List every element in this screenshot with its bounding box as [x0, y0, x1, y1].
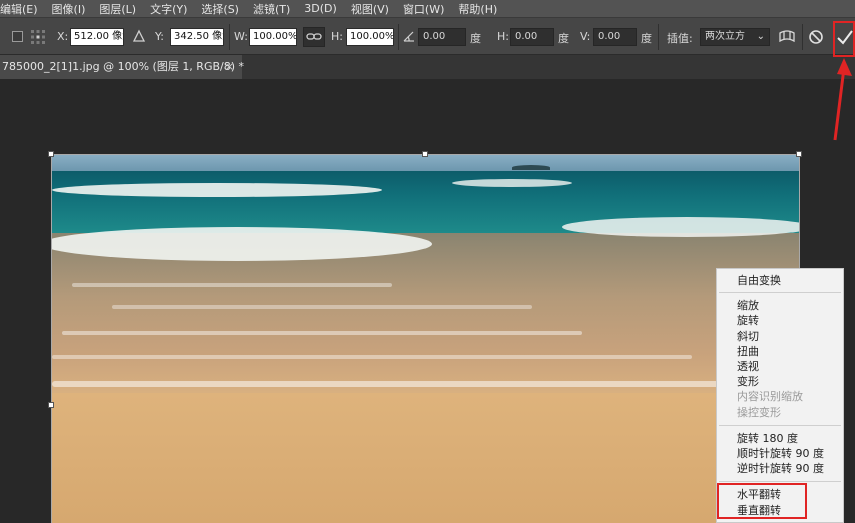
- menu-item-distort[interactable]: 扭曲: [737, 344, 759, 359]
- document-tab-title: 785000_2[1]1.jpg @ 100% (图层 1, RGB/8) *: [2, 60, 245, 73]
- photo-foam: [52, 381, 799, 387]
- menu-3d[interactable]: 3D(D): [304, 2, 343, 15]
- width-input[interactable]: 100.00%: [249, 28, 297, 46]
- x-input[interactable]: 512.00 像素: [70, 28, 124, 46]
- cancel-transform-icon[interactable]: [808, 29, 824, 45]
- photo-wave: [562, 217, 799, 237]
- menu-item-puppet-warp: 操控变形: [737, 406, 781, 419]
- annotation-arrow-icon: [833, 58, 852, 141]
- menu-item-rotate[interactable]: 旋转: [737, 313, 759, 328]
- menu-item-skew[interactable]: 斜切: [737, 329, 759, 344]
- photo-foam: [72, 283, 392, 287]
- transform-handle[interactable]: [48, 151, 54, 157]
- menu-separator: [719, 481, 841, 482]
- menu-filter[interactable]: 滤镜(T): [253, 1, 296, 17]
- menu-window[interactable]: 窗口(W): [403, 1, 450, 17]
- close-icon[interactable]: ×: [225, 55, 234, 79]
- height-input[interactable]: 100.00%: [346, 28, 394, 46]
- horizontal-skew-unit: 度: [558, 32, 569, 45]
- transform-options-bar: X: 512.00 像素 Y: 342.50 像素 W: 100.00% H: …: [0, 17, 855, 55]
- menu-item-scale[interactable]: 缩放: [737, 298, 759, 313]
- photo-wave: [452, 179, 572, 187]
- divider: [398, 24, 399, 50]
- menu-bar: 编辑(E) 图像(I) 图层(L) 文字(Y) 选择(S) 滤镜(T) 3D(D…: [0, 0, 855, 17]
- rotate-angle-icon: [402, 29, 416, 43]
- photo-foam: [62, 331, 582, 335]
- photo-dry-sand: [52, 393, 799, 523]
- interpolation-select[interactable]: 两次立方 ⌄: [700, 28, 770, 46]
- photo-foam: [52, 355, 692, 359]
- rotate-angle-unit: 度: [470, 32, 481, 45]
- maintain-aspect-link-icon[interactable]: [303, 27, 325, 47]
- relative-position-delta-icon[interactable]: [132, 29, 146, 43]
- photo-island: [512, 165, 550, 170]
- reference-point-checkbox[interactable]: [12, 31, 23, 42]
- interpolation-value: 两次立方: [705, 31, 745, 42]
- menu-help[interactable]: 帮助(H): [458, 1, 503, 17]
- interpolation-label: 插值:: [667, 32, 693, 45]
- y-label: Y:: [155, 30, 164, 43]
- menu-item-rotate-cw-90[interactable]: 顺时针旋转 90 度: [737, 446, 824, 461]
- photo-wave: [52, 227, 432, 261]
- menu-item-content-aware-scale: 内容识别缩放: [737, 390, 803, 403]
- menu-item-rotate-ccw-90[interactable]: 逆时针旋转 90 度: [737, 461, 824, 476]
- vertical-skew-input[interactable]: 0.00: [593, 28, 637, 46]
- beach-photo-layer[interactable]: [52, 155, 799, 523]
- divider: [229, 24, 230, 50]
- document-tab[interactable]: 785000_2[1]1.jpg @ 100% (图层 1, RGB/8) * …: [0, 55, 245, 79]
- divider: [802, 24, 803, 50]
- menu-separator: [719, 292, 841, 293]
- transform-handle[interactable]: [422, 151, 428, 157]
- horizontal-skew-label: H:: [497, 30, 509, 43]
- menu-separator: [719, 425, 841, 426]
- transform-handle[interactable]: [48, 402, 54, 408]
- photo-sky: [52, 155, 799, 171]
- menu-item-free-transform[interactable]: 自由变换: [737, 273, 781, 288]
- warp-mode-icon[interactable]: [778, 28, 796, 46]
- divider: [658, 24, 659, 50]
- rotate-angle-input[interactable]: 0.00: [418, 28, 466, 46]
- menu-type[interactable]: 文字(Y): [150, 1, 193, 17]
- menu-view[interactable]: 视图(V): [351, 1, 395, 17]
- menu-edit[interactable]: 编辑(E): [0, 1, 44, 17]
- menu-image[interactable]: 图像(I): [52, 1, 92, 17]
- reference-point-grid-icon[interactable]: [30, 29, 46, 45]
- menu-item-rotate-180[interactable]: 旋转 180 度: [737, 431, 798, 446]
- menu-item-warp[interactable]: 变形: [737, 374, 759, 389]
- y-input[interactable]: 342.50 像素: [170, 28, 224, 46]
- horizontal-skew-input[interactable]: 0.00: [510, 28, 554, 46]
- vertical-skew-unit: 度: [641, 32, 652, 45]
- menu-layer[interactable]: 图层(L): [99, 1, 142, 17]
- menu-select[interactable]: 选择(S): [201, 1, 245, 17]
- document-tab-bar: 785000_2[1]1.jpg @ 100% (图层 1, RGB/8) * …: [0, 55, 855, 79]
- chevron-down-icon: ⌄: [756, 31, 765, 42]
- flip-items-highlight: [717, 483, 807, 519]
- vertical-skew-label: V:: [580, 30, 591, 43]
- w-label: W:: [234, 30, 248, 43]
- commit-button-highlight: [833, 21, 855, 57]
- x-label: X:: [57, 30, 69, 43]
- photo-foam: [112, 305, 532, 309]
- menu-item-perspective[interactable]: 透视: [737, 359, 759, 374]
- transform-handle[interactable]: [796, 151, 802, 157]
- h-label: H:: [331, 30, 343, 43]
- photo-wave: [52, 183, 382, 197]
